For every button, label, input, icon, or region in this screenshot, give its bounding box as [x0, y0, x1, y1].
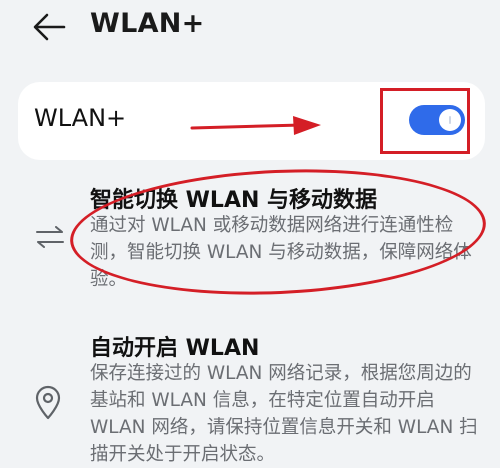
swap-arrows-icon: [36, 226, 64, 248]
feature-title: 自动开启 WLAN: [90, 336, 260, 361]
wlan-plus-label: WLAN+: [34, 104, 127, 132]
location-pin-icon: [35, 385, 61, 420]
page-title: WLAN+: [90, 8, 205, 39]
app-header: WLAN+: [0, 0, 500, 60]
annotation-highlight-box: [380, 88, 470, 154]
arrow-left-icon: [33, 13, 66, 41]
feature-description: 保存连接过的 WLAN 网络记录，根据您周边的基站和 WLAN 信息，在特定位置…: [90, 363, 478, 465]
annotation-arrow-icon: [190, 116, 321, 135]
back-button[interactable]: [30, 10, 70, 44]
feature-auto-enable[interactable]: 自动开启 WLAN 保存连接过的 WLAN 网络记录，根据您周边的基站和 WLA…: [0, 322, 500, 465]
